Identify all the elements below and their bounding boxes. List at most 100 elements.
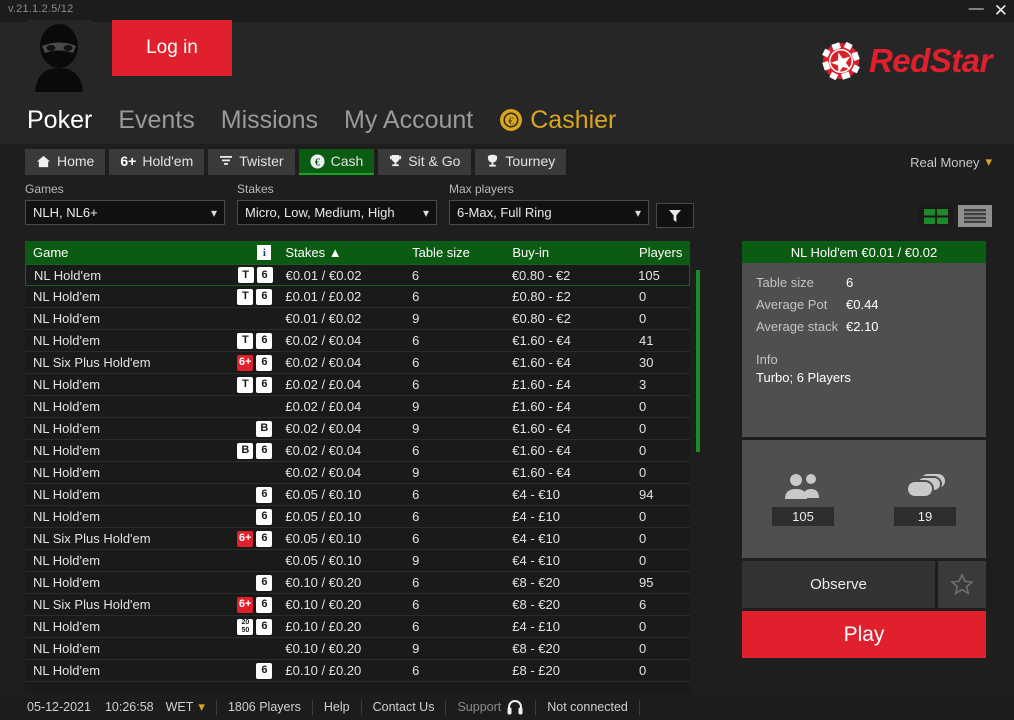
table-row[interactable]: NL Hold'em 20 50 6 £0.10 / £0.20 6 £4 - £10 0 (25, 616, 690, 638)
tab-holdem[interactable]: 6+ Hold'em (109, 149, 205, 175)
favorite-button[interactable] (938, 561, 986, 608)
funnel-icon (669, 209, 681, 222)
scrollbar-thumb[interactable] (696, 270, 700, 452)
tab-sit-and-go-label: Sit & Go (408, 153, 461, 169)
table-row[interactable]: NL Hold'em 6 £0.10 / £0.20 6 £8 - £20 0 (25, 660, 690, 682)
close-icon[interactable]: ✕ (994, 2, 1008, 19)
table-row[interactable]: NL Hold'em €0.01 / €0.02 9 €0.80 - €2 0 (25, 308, 690, 330)
cell-buyin: €1.60 - €4 (512, 355, 571, 370)
table-row[interactable]: NL Hold'em 6 £0.05 / £0.10 6 £4 - £10 0 (25, 506, 690, 528)
counter-tables-value: 19 (894, 507, 956, 526)
euro-coin-icon: € (310, 153, 325, 169)
table-row[interactable]: NL Hold'em T 6 €0.01 / €0.02 6 €0.80 - €2 105 (25, 264, 690, 286)
detail-stats: Table size 6 Average Pot €0.44 Average s… (742, 263, 986, 437)
table-row[interactable]: NL Six Plus Hold'em 6+ 6 €0.10 / €0.20 6 €8 -… (25, 594, 690, 616)
observe-button[interactable]: Observe (742, 561, 935, 608)
games-select-value: NLH, NL6+ (33, 205, 98, 220)
table-badge-6: 6 (256, 332, 273, 349)
tab-tourney[interactable]: Tourney (475, 149, 567, 175)
cell-game: NL Hold'em (33, 663, 101, 678)
nav-item-events[interactable]: Events (118, 106, 194, 135)
table-badge-6: 6 (256, 618, 273, 635)
filter-max-players-label: Max players (449, 182, 514, 196)
column-header-players[interactable]: Players (631, 245, 690, 260)
money-mode-selector[interactable]: Real Money ▾ (910, 154, 992, 170)
app-header: Log in RedStar (0, 20, 1014, 96)
play-button[interactable]: Play (742, 611, 986, 658)
cell-players: 30 (639, 355, 654, 370)
table-row[interactable]: NL Hold'em T 6 £0.02 / £0.04 6 £1.60 - £4 3 (25, 374, 690, 396)
cell-stakes: €0.10 / €0.20 (285, 597, 362, 612)
table-row[interactable]: NL Hold'em €0.10 / €0.20 9 €8 - €20 0 (25, 638, 690, 660)
cell-table-size: 6 (412, 289, 420, 304)
table-badge-6: 6 (256, 508, 273, 525)
cell-stakes: £0.10 / £0.20 (285, 619, 362, 634)
max-players-select[interactable]: 6-Max, Full Ring ▾ (449, 200, 649, 225)
tab-sit-and-go[interactable]: Sit & Go (378, 149, 472, 175)
help-link[interactable]: Help (324, 700, 350, 714)
cell-players: 0 (639, 465, 647, 480)
nav-item-cashier[interactable]: € Cashier (499, 106, 616, 135)
table-row[interactable]: NL Hold'em B €0.02 / €0.04 9 €1.60 - €4 0 (25, 418, 690, 440)
home-icon (37, 155, 50, 167)
column-header-table-size[interactable]: Table size (404, 245, 504, 260)
tab-home[interactable]: Home (25, 149, 106, 175)
nav-item-my-account[interactable]: My Account (344, 106, 473, 135)
detail-title: NL Hold'em €0.01 / €0.02 (742, 241, 986, 263)
cell-game: NL Hold'em (33, 443, 101, 458)
column-header-stakes[interactable]: Stakes ▲ (277, 245, 404, 260)
timezone-selector[interactable]: WET ▾ (166, 699, 205, 715)
contact-us-link[interactable]: Contact Us (373, 700, 435, 714)
cell-players: 0 (639, 399, 647, 414)
table-row[interactable]: NL Hold'em €0.02 / €0.04 9 €1.60 - €4 0 (25, 462, 690, 484)
support-link[interactable]: Support (457, 698, 524, 716)
table-row[interactable]: NL Hold'em T 6 €0.02 / €0.04 6 €1.60 - €4 41 (25, 330, 690, 352)
cell-players: 0 (639, 663, 647, 678)
table-row[interactable]: NL Six Plus Hold'em 6+ 6 €0.02 / €0.04 6 €1.6… (25, 352, 690, 374)
minimize-icon[interactable]: — (969, 0, 984, 17)
cell-players: 105 (638, 267, 660, 283)
column-header-buyin[interactable]: Buy-in (504, 245, 631, 260)
cell-players: 0 (639, 289, 647, 304)
nav-item-missions[interactable]: Missions (221, 106, 318, 135)
cashier-coin-icon: € (500, 109, 523, 131)
table-row[interactable]: NL Hold'em £0.02 / £0.04 9 £1.60 - £4 0 (25, 396, 690, 418)
table-row[interactable]: NL Hold'em 6 €0.10 / €0.20 6 €8 - €20 95 (25, 572, 690, 594)
column-header-game[interactable]: Game (25, 245, 207, 260)
cell-table-size: 9 (412, 553, 420, 568)
list-view-button[interactable] (958, 205, 992, 227)
tab-cash[interactable]: € Cash (298, 149, 375, 175)
grid-view-button[interactable] (919, 205, 953, 227)
cell-game: NL Hold'em (33, 311, 101, 326)
cell-buyin: £1.60 - £4 (512, 399, 571, 414)
cell-buyin: €4 - €10 (512, 487, 560, 502)
status-date: 05-12-2021 (27, 700, 91, 714)
table-badge-6: 6 (256, 596, 273, 613)
tab-twister[interactable]: Twister (208, 149, 295, 175)
table-row[interactable]: NL Hold'em T 6 £0.01 / £0.02 6 £0.80 - £2 0 (25, 286, 690, 308)
cell-table-size: 6 (412, 509, 420, 524)
advanced-filter-button[interactable] (656, 203, 694, 228)
table-scrollbar[interactable] (696, 241, 700, 693)
table-badge-B: B (237, 442, 254, 459)
divider (215, 699, 217, 715)
table-row[interactable]: NL Hold'em B 6 €0.02 / €0.04 6 €1.60 - €4 0 (25, 440, 690, 462)
table-badge-6: 6 (256, 662, 273, 679)
stakes-select[interactable]: Micro, Low, Medium, High ▾ (237, 200, 437, 225)
login-button[interactable]: Log in (112, 20, 232, 76)
table-row[interactable]: NL Six Plus Hold'em 6+ 6 €0.05 / €0.10 6 €4 -… (25, 528, 690, 550)
cell-game: NL Hold'em (33, 399, 101, 414)
support-label: Support (457, 700, 502, 714)
cell-buyin: £8 - £20 (512, 663, 560, 678)
cell-stakes: £0.01 / £0.02 (285, 289, 362, 304)
games-select[interactable]: NLH, NL6+ ▾ (25, 200, 225, 225)
detail-stat-row: Average stack €2.10 (756, 319, 972, 334)
avatar[interactable] (27, 20, 92, 92)
table-row[interactable]: NL Hold'em €0.05 / €0.10 9 €4 - €10 0 (25, 550, 690, 572)
cell-badges: T6 (207, 267, 278, 283)
cell-buyin: €1.60 - €4 (512, 443, 571, 458)
nav-item-poker[interactable]: Poker (27, 106, 92, 135)
table-row[interactable]: NL Hold'em 6 €0.05 / €0.10 6 €4 - €10 94 (25, 484, 690, 506)
info-icon[interactable]: i (257, 245, 272, 260)
cell-badges: 6 (207, 508, 278, 525)
